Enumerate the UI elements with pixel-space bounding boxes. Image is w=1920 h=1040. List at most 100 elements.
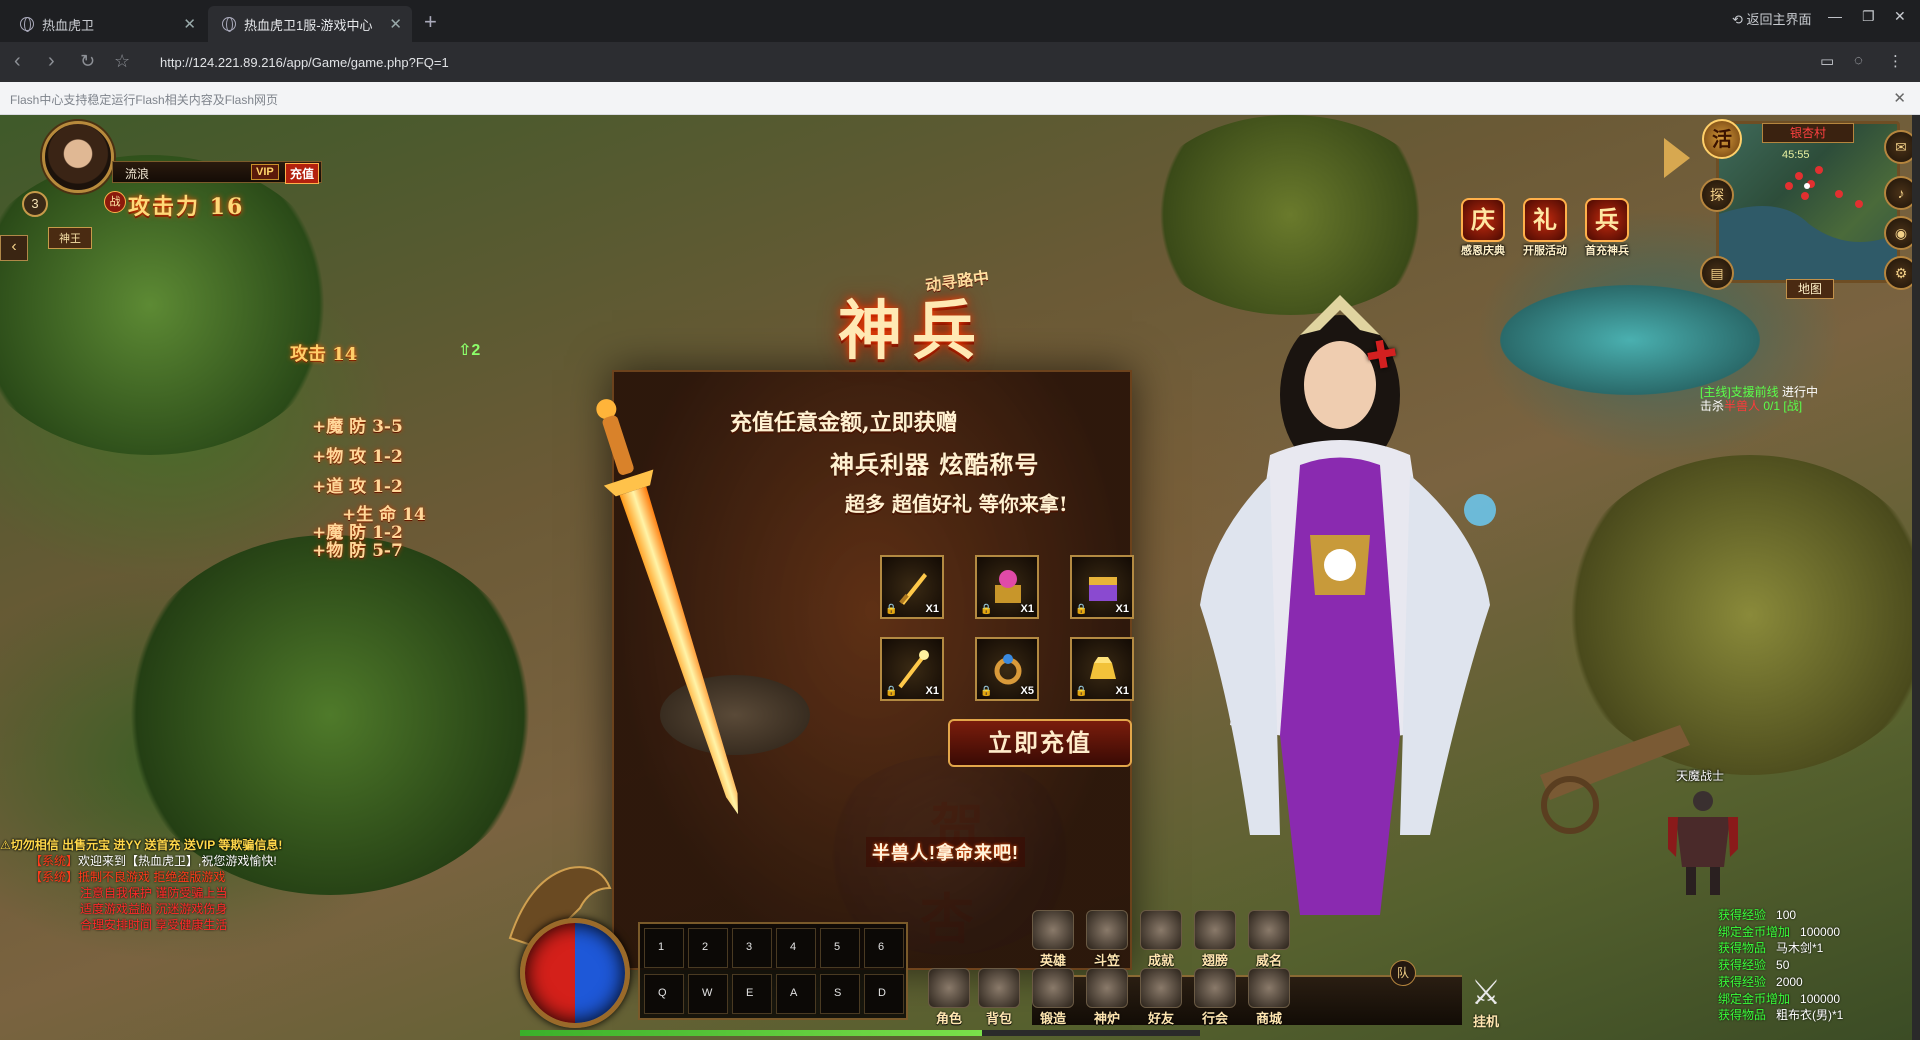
menu-icon[interactable]: ⋮: [1888, 52, 1908, 72]
npc-shout-text: 半兽人!拿命来吧!: [866, 837, 1025, 867]
menu-hero[interactable]: 英雄: [1028, 910, 1078, 969]
tab-game-center[interactable]: 热血虎卫1服-游戏中心 ✕: [208, 6, 412, 42]
menu-fame[interactable]: 威名: [1244, 910, 1294, 969]
recharge-button[interactable]: 充值: [285, 163, 320, 184]
menu-label: 锻造: [1039, 1011, 1066, 1026]
minimap[interactable]: [1716, 121, 1900, 283]
npc-character[interactable]: [1668, 787, 1738, 897]
reward-item[interactable]: 🔒 X1: [1070, 637, 1134, 701]
menu-guild[interactable]: 行会: [1190, 968, 1240, 1027]
world-map-button[interactable]: 地图: [1786, 279, 1834, 299]
skill-slot[interactable]: W: [688, 974, 728, 1014]
menu-wings[interactable]: 翅膀: [1190, 910, 1240, 969]
promo-title: 神兵: [838, 294, 986, 369]
expand-arrow-icon[interactable]: [1664, 138, 1690, 178]
item-count: X1: [1115, 685, 1129, 697]
menu-shop[interactable]: 商城: [1244, 968, 1294, 1027]
tab-close-icon[interactable]: ✕: [389, 15, 402, 33]
quest-progress: 0/1: [1763, 399, 1781, 413]
menu-furnace[interactable]: 神炉: [1082, 968, 1132, 1027]
hat-icon: [1086, 910, 1128, 950]
star-icon[interactable]: ☆: [114, 51, 130, 72]
page-scrollbar[interactable]: [1912, 115, 1920, 1040]
character-icon: [928, 968, 970, 1008]
event-server-launch[interactable]: 礼 开服活动: [1518, 198, 1572, 258]
forward-icon[interactable]: ›: [48, 50, 55, 73]
slot-key: 3: [746, 941, 753, 953]
vip-button[interactable]: VIP: [251, 164, 279, 180]
back-to-main-button[interactable]: ⟲ 返回主界面: [1732, 9, 1812, 28]
skill-slot[interactable]: D: [864, 974, 904, 1014]
reload-icon[interactable]: ↻: [80, 51, 95, 72]
reward-item[interactable]: 🔒 X1: [975, 555, 1039, 619]
team-button[interactable]: 队: [1390, 960, 1416, 986]
scroll-icon[interactable]: ▤: [1700, 256, 1734, 290]
gain-value: 100000: [1800, 991, 1841, 1006]
skill-slot[interactable]: 4: [776, 928, 816, 968]
slot-key: E: [746, 987, 754, 999]
url-field[interactable]: http://124.221.89.216/app/Game/game.php?…: [160, 55, 449, 70]
gain-label: 获得经验: [1718, 974, 1767, 989]
tab-rexue-huwei[interactable]: 热血虎卫 ✕: [6, 6, 206, 42]
golden-sword-icon: [899, 573, 927, 605]
chat-icon[interactable]: ◌: [1854, 52, 1874, 72]
skill-slot[interactable]: E: [732, 974, 772, 1014]
collapse-arrow-icon[interactable]: ‹: [0, 235, 28, 261]
skill-slot[interactable]: Q: [644, 974, 684, 1014]
minimize-icon[interactable]: —: [1828, 8, 1842, 24]
gain-line: 获得物品 马木剑*1: [1718, 940, 1843, 957]
menu-bag[interactable]: 背包: [974, 968, 1024, 1027]
reward-item[interactable]: 🔒 X5: [975, 637, 1039, 701]
bag-icon: [978, 968, 1020, 1008]
hp-mp-orb: [520, 918, 630, 1028]
quest-tracker[interactable]: [主线]支援前线 进行中 击杀半兽人 0/1 [战]: [1700, 385, 1818, 413]
skill-slot[interactable]: S: [820, 974, 860, 1014]
skill-slot[interactable]: 1: [644, 928, 684, 968]
npc-name: 天魔战士: [1676, 769, 1725, 783]
map-coordinates: 45:55: [1782, 149, 1810, 161]
skill-slot[interactable]: A: [776, 974, 816, 1014]
reward-item[interactable]: 🔒 X1: [880, 637, 944, 701]
wooden-cart: [1540, 725, 1690, 834]
auto-battle-button[interactable]: ⚔ 挂机: [1462, 975, 1510, 1030]
slot-key: Q: [658, 987, 667, 999]
guild-tag[interactable]: 神王: [48, 227, 92, 249]
activity-button[interactable]: 活: [1702, 119, 1742, 159]
menu-achievement[interactable]: 成就: [1136, 910, 1186, 969]
menu-label: 翅膀: [1201, 953, 1228, 968]
folder-icon[interactable]: ▭: [1820, 52, 1840, 72]
flash-notice-close-icon[interactable]: ✕: [1893, 89, 1906, 107]
player-name: 流浪: [125, 167, 150, 181]
skill-slot[interactable]: 2: [688, 928, 728, 968]
back-to-main-label: 返回主界面: [1746, 12, 1812, 27]
event-anniversary[interactable]: 庆 感恩庆典: [1456, 198, 1510, 258]
restore-icon[interactable]: ❐: [1862, 8, 1875, 25]
skill-slot[interactable]: 3: [732, 928, 772, 968]
quest-target[interactable]: 半兽人: [1724, 399, 1760, 413]
quest-title[interactable]: [主线]支援前线: [1700, 385, 1779, 399]
menu-friends[interactable]: 好友: [1136, 968, 1186, 1027]
tab-close-icon[interactable]: ✕: [183, 15, 196, 33]
menu-forge[interactable]: 锻造: [1028, 968, 1078, 1027]
player-portrait[interactable]: [42, 121, 114, 193]
reward-item[interactable]: 🔒 X1: [1070, 555, 1134, 619]
menu-hat[interactable]: 斗笠: [1082, 910, 1132, 969]
event-first-recharge[interactable]: 兵 首充神兵: [1580, 198, 1634, 258]
menu-label: 角色: [935, 1011, 962, 1026]
quest-fight-link[interactable]: [战]: [1783, 399, 1802, 413]
menu-character[interactable]: 角色: [924, 968, 974, 1027]
new-tab-button[interactable]: +: [424, 9, 437, 35]
menu-label: 神炉: [1093, 1011, 1120, 1026]
chat-panel[interactable]: ⚠切勿相信 出售元宝 进YY 送首充 送VIP 等欺骗信息! 【系统】欢迎来到【…: [0, 837, 420, 933]
attribute-main: 攻击 14: [290, 344, 358, 365]
reward-item[interactable]: 🔒 X1: [880, 555, 944, 619]
window-close-icon[interactable]: ✕: [1894, 8, 1906, 25]
tab-title: 热血虎卫: [42, 17, 95, 33]
chat-tag: 【系统】: [30, 870, 79, 884]
skill-slot[interactable]: 5: [820, 928, 860, 968]
recharge-now-button[interactable]: 立即充值: [948, 719, 1132, 767]
chat-line: 【系统】欢迎来到【热血虎卫】,祝您游戏愉快!: [30, 853, 420, 869]
skill-slot[interactable]: 6: [864, 928, 904, 968]
explore-button[interactable]: 探: [1700, 178, 1734, 212]
back-icon[interactable]: ‹: [14, 50, 21, 73]
